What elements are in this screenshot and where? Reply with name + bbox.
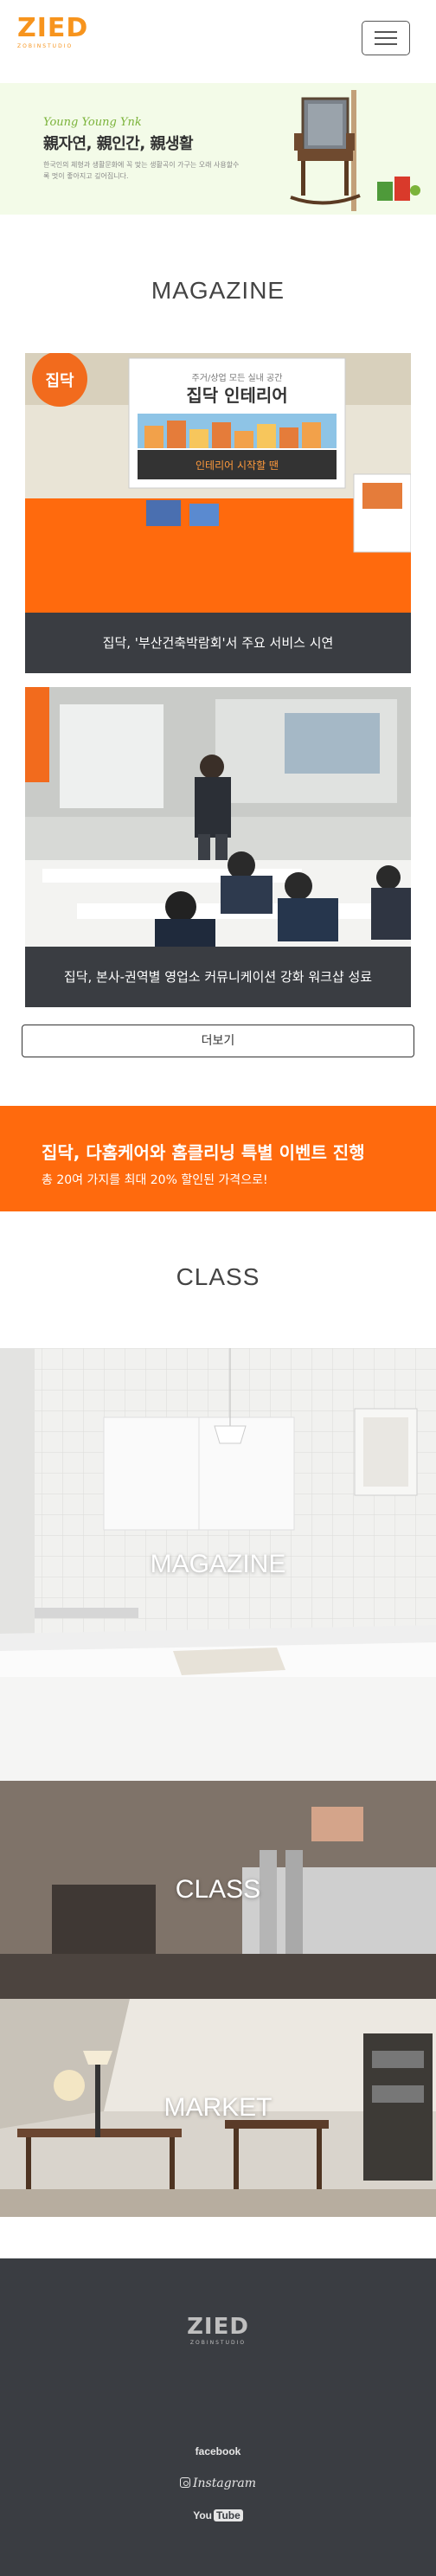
site-footer: ZIED ZOBINSTUDIO facebook Instagram You T… (0, 2258, 436, 2576)
booth-sign-top: 주거/상업 모든 실내 공간 (192, 372, 283, 383)
site-logo[interactable]: ZIED ZOBINSTUDIO (17, 13, 89, 59)
booth-sign-title: 집닥 인테리어 (186, 385, 287, 406)
banner-headline: 親자연, 親인간, 親생활 (43, 135, 194, 153)
category-tile-magazine[interactable]: MAGAZINE (0, 1348, 436, 1781)
magazine-card-caption: 집닥, '부산건축박람회'서 주요 서비스 시연 (25, 613, 411, 673)
tile-label: CLASS (175, 1875, 261, 1904)
youtube-link[interactable]: You Tube (0, 2509, 436, 2521)
tile-label: MARKET (164, 2093, 272, 2122)
banner-script-text: Young Young Ynk (43, 116, 142, 129)
class-section-title: CLASS (176, 1263, 260, 1290)
magazine-card-caption: 집닥, 본사-권역별 영업소 커뮤니케이션 강화 워크샵 성료 (25, 947, 411, 1007)
footer-social-links: facebook Instagram You Tube (0, 2445, 436, 2541)
magazine-card-image (25, 687, 411, 947)
hamburger-menu-icon-bar (375, 37, 397, 39)
youtube-label-tube: Tube (214, 2509, 243, 2521)
tile-label: MAGAZINE (150, 1550, 286, 1578)
hamburger-menu-icon (375, 31, 397, 33)
facebook-link[interactable]: facebook (0, 2445, 436, 2457)
youtube-label-you: You (193, 2509, 212, 2521)
magazine-card[interactable]: 집닥, 본사-권역별 영업소 커뮤니케이션 강화 워크샵 성료 (25, 687, 411, 1007)
event-title: 집닥, 다홈케어와 홈클리닝 특별 이벤트 진행 (42, 1142, 365, 1163)
footer-logo[interactable]: ZIED ZOBINSTUDIO (0, 2314, 436, 2346)
category-tile-class[interactable]: CLASS (0, 1781, 436, 1999)
booth-sign-banner: 인테리어 시작할 땐 (196, 459, 279, 472)
banner-description: 한국인의 체형과 생활문화에 꼭 맞는 생활곡이 가구는 오래 사용할수록 멋이… (43, 161, 240, 180)
more-button[interactable]: 더보기 (22, 1025, 414, 1057)
instagram-link[interactable]: Instagram (0, 2476, 436, 2490)
footer-logo-text: ZIED (187, 2314, 249, 2340)
logo-text: ZIED (17, 13, 89, 43)
booth-sign-brand: 집닥 (45, 372, 74, 390)
instagram-icon (180, 2477, 190, 2488)
event-subtitle: 총 20여 가지를 최대 20% 할인된 가격으로! (42, 1173, 268, 1187)
category-tile-market[interactable]: MARKET (0, 1999, 436, 2217)
site-header: ZIED ZOBINSTUDIO (0, 0, 436, 83)
rocking-chair-image (290, 90, 361, 211)
footer-logo-subtext: ZOBINSTUDIO (189, 2340, 247, 2346)
hamburger-menu-icon-bar (375, 43, 397, 45)
promo-banner[interactable]: Young Young Ynk 親자연, 親인간, 親생활 한국인의 체형과 생… (0, 83, 436, 215)
magazine-section-title: MAGAZINE (151, 277, 285, 304)
menu-toggle-button[interactable] (362, 21, 410, 55)
logo-subtext: ZOBINSTUDIO (17, 43, 74, 49)
magazine-card[interactable]: 주거/상업 모든 실내 공간 집닥 인테리어 인테리어 시작할 땐 집닥 집닥,… (25, 353, 411, 673)
event-banner[interactable]: 집닥, 다홈케어와 홈클리닝 특별 이벤트 진행 총 20여 가지를 최대 20… (0, 1106, 436, 1211)
magazine-card-image: 주거/상업 모든 실내 공간 집닥 인테리어 인테리어 시작할 땐 집닥 (25, 353, 411, 613)
decor-illustration (377, 177, 420, 201)
instagram-label: Instagram (193, 2476, 256, 2490)
